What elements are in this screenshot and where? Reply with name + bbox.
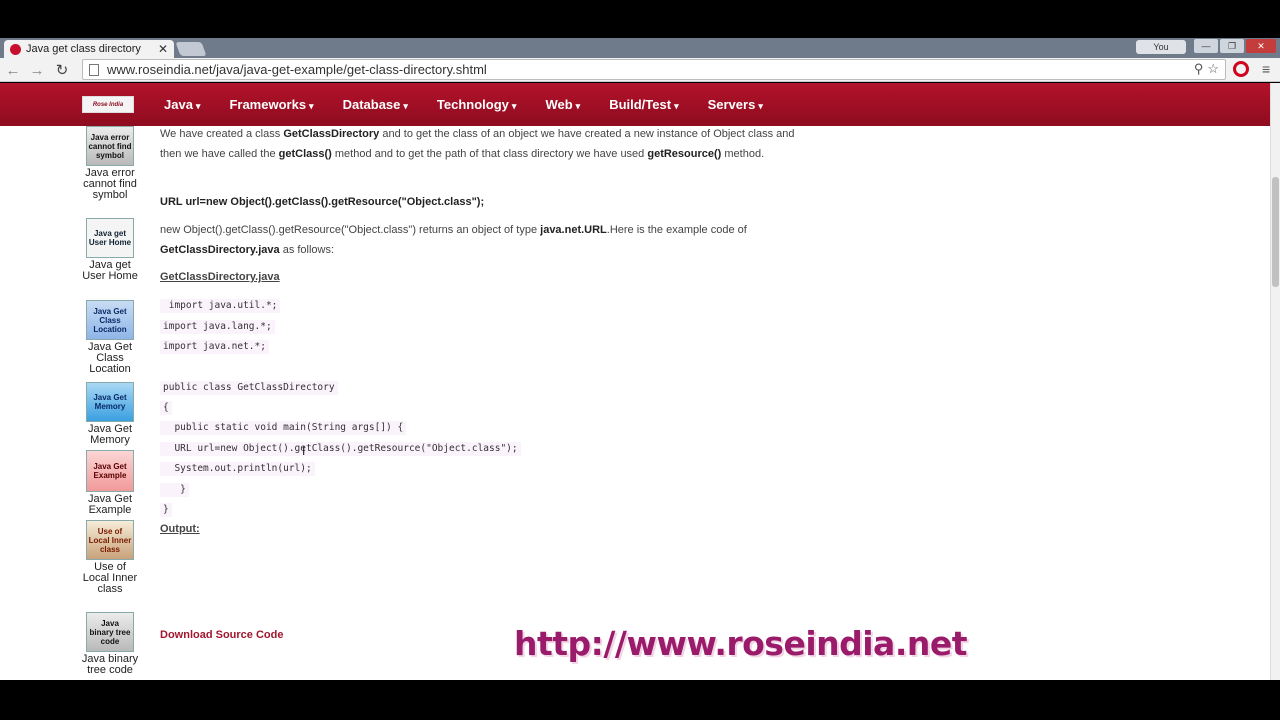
- code-line: System.out.println(url);: [160, 462, 315, 476]
- code-line: import java.util.*;: [160, 299, 281, 313]
- sidebar-item-label[interactable]: Java get User Home: [80, 260, 140, 282]
- browser-toolbar: ← → ↻ www.roseindia.net/java/java-get-ex…: [0, 58, 1280, 82]
- sidebar-item-binary-tree[interactable]: Java binary tree code Java binary tree c…: [80, 612, 140, 676]
- thumbnail[interactable]: Java get User Home: [86, 218, 134, 258]
- sidebar-item-label[interactable]: Java error cannot find symbol: [80, 168, 140, 201]
- chevron-down-icon: ▾: [674, 101, 679, 111]
- page-icon: [89, 63, 99, 76]
- chevron-down-icon: ▾: [195, 101, 201, 111]
- url-text[interactable]: www.roseindia.net/java/java-get-example/…: [107, 62, 487, 77]
- site-favicon-icon: [10, 43, 21, 55]
- browser-menu-icon[interactable]: ≡: [1262, 61, 1270, 77]
- new-tab-button[interactable]: [175, 42, 207, 56]
- sidebar-item-class-location[interactable]: Java Get Class Location Java Get Class L…: [80, 300, 140, 375]
- tab-close-icon[interactable]: ✕: [158, 42, 168, 56]
- sidebar-item-label[interactable]: Java Get Class Location: [80, 342, 140, 375]
- site-navbar: Rose India Java ▾ Frameworks ▾ Database ▾ T…: [0, 83, 1270, 126]
- window-controls: — ❐ ✕: [1194, 39, 1276, 53]
- code-line: }: [160, 483, 189, 497]
- tab-title: Java get class directory: [26, 43, 141, 55]
- explanation-paragraph: new Object().getClass().getResource("Obj…: [160, 224, 747, 256]
- thumbnail[interactable]: Java Get Memory: [86, 382, 134, 422]
- address-bar[interactable]: www.roseindia.net/java/java-get-example/…: [82, 59, 1226, 80]
- minimize-button[interactable]: —: [1194, 39, 1218, 53]
- watermark: http://www.roseindia.net: [514, 624, 968, 663]
- nav-item-build-test[interactable]: Build/Test ▾: [609, 97, 678, 112]
- code-line: public static void main(String args[]) {: [160, 421, 407, 435]
- file-heading[interactable]: GetClassDirectory.java: [160, 271, 280, 283]
- zoom-icon[interactable]: ⚲: [1194, 61, 1204, 77]
- thumbnail[interactable]: Java error cannot find symbol: [86, 126, 134, 166]
- download-source-link[interactable]: Download Source Code: [160, 629, 283, 641]
- page-scrollbar[interactable]: [1270, 83, 1280, 680]
- forward-button[interactable]: →: [28, 61, 46, 79]
- restore-button[interactable]: ❐: [1220, 39, 1244, 53]
- back-button[interactable]: ←: [4, 61, 22, 79]
- thumbnail[interactable]: Java Get Class Location: [86, 300, 134, 340]
- scrollbar-thumb[interactable]: [1272, 177, 1279, 287]
- thumbnail[interactable]: Java Get Example: [86, 450, 134, 492]
- code-line: }: [160, 503, 172, 517]
- code-line: public class GetClassDirectory: [160, 381, 338, 395]
- chevron-down-icon: ▾: [758, 101, 763, 111]
- chevron-down-icon: ▾: [403, 101, 408, 111]
- sidebar-item-label[interactable]: Use of Local Inner class: [80, 562, 140, 595]
- code-line: {: [160, 401, 172, 415]
- page-content: Java error cannot find symbol Java error…: [0, 126, 1270, 680]
- thumbnail[interactable]: Use of Local Inner class: [86, 520, 134, 560]
- reload-button[interactable]: ↻: [53, 61, 71, 79]
- sidebar-item-label[interactable]: Java Get Example: [80, 494, 140, 516]
- intro-paragraph: We have created a class GetClassDirector…: [160, 128, 795, 160]
- sidebar-item-get-memory[interactable]: Java Get Memory Java Get Memory: [80, 382, 140, 446]
- sidebar-item-label[interactable]: Java binary tree code: [80, 654, 140, 676]
- nav-item-web[interactable]: Web ▾: [545, 97, 580, 112]
- code-line: URL url=new Object().getClass().getResou…: [160, 442, 521, 456]
- browser-window: Java get class directory ✕ You — ❐ ✕ ← →…: [0, 0, 1280, 720]
- opera-extension-icon[interactable]: [1233, 61, 1249, 77]
- code-line: import java.net.*;: [160, 340, 269, 354]
- sidebar-item-user-home[interactable]: Java get User Home Java get User Home: [80, 218, 140, 282]
- nav-item-servers[interactable]: Servers ▾: [708, 97, 763, 112]
- chevron-down-icon: ▾: [511, 101, 517, 111]
- site-logo[interactable]: Rose India: [82, 96, 134, 113]
- nav-menu: Java ▾ Frameworks ▾ Database ▾ Technology ▾ …: [164, 83, 792, 126]
- nav-item-frameworks[interactable]: Frameworks ▾: [229, 97, 313, 112]
- sidebar-item-java-error[interactable]: Java error cannot find symbol Java error…: [80, 126, 140, 201]
- output-heading: Output:: [160, 523, 200, 535]
- text-cursor-icon: I: [302, 444, 306, 458]
- bookmark-star-icon[interactable]: ☆: [1207, 61, 1219, 77]
- chevron-down-icon: ▾: [309, 101, 314, 111]
- url-statement: URL url=new Object().getClass().getResou…: [160, 196, 485, 208]
- chevron-down-icon: ▾: [575, 101, 581, 111]
- tab-strip: Java get class directory ✕ You — ❐ ✕: [0, 38, 1280, 58]
- sidebar-item-local-inner-class[interactable]: Use of Local Inner class Use of Local In…: [80, 520, 140, 595]
- nav-item-database[interactable]: Database ▾: [343, 97, 408, 112]
- nav-item-java[interactable]: Java ▾: [164, 97, 200, 112]
- nav-item-technology[interactable]: Technology ▾: [437, 97, 517, 112]
- sidebar-item-label[interactable]: Java Get Memory: [80, 424, 140, 446]
- sidebar-item-get-example[interactable]: Java Get Example Java Get Example: [80, 450, 140, 516]
- thumbnail[interactable]: Java binary tree code: [86, 612, 134, 652]
- code-line: import java.lang.*;: [160, 320, 275, 334]
- profile-button[interactable]: You: [1136, 40, 1186, 54]
- browser-tab[interactable]: Java get class directory ✕: [4, 40, 174, 58]
- close-window-button[interactable]: ✕: [1246, 39, 1276, 53]
